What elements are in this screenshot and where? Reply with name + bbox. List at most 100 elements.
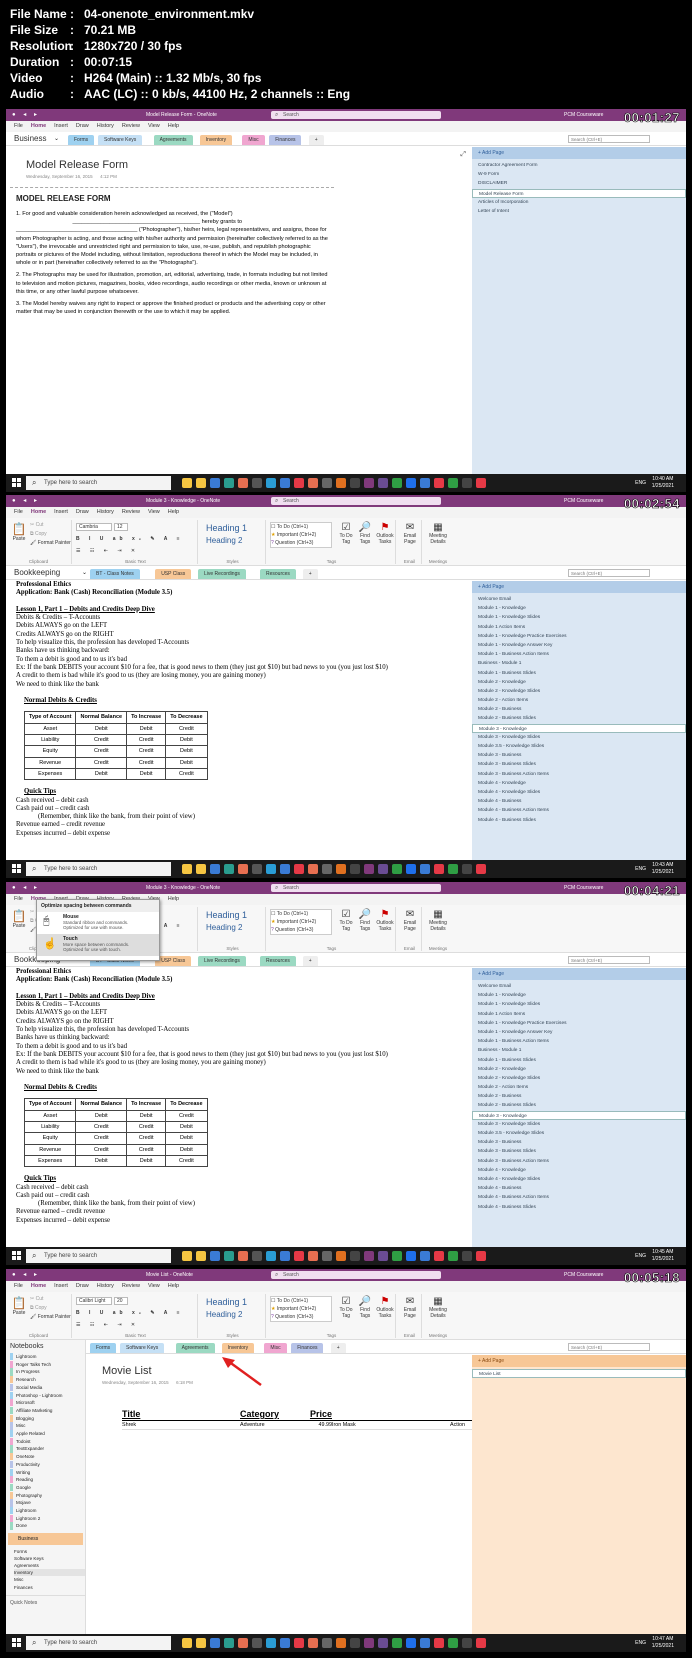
font-size-select[interactable]: 12 <box>114 523 128 531</box>
language-indicator[interactable]: ENG <box>635 1253 646 1259</box>
taskbar-app-icon[interactable] <box>476 1251 486 1261</box>
page-list-item[interactable]: Module 2 - Business <box>472 1092 686 1101</box>
menu-help[interactable]: Help <box>168 121 179 132</box>
notebook-item[interactable]: Photoshop - Lightroom <box>10 1391 85 1399</box>
taskbar-search-input[interactable]: Type here to search <box>26 476 171 490</box>
taskbar-app-icon[interactable] <box>210 1251 220 1261</box>
page-list-item[interactable]: Module 4 - Business Slides <box>472 816 686 825</box>
tab-forms[interactable]: Forms <box>68 135 95 145</box>
taskbar-app-icon[interactable] <box>434 478 444 488</box>
taskbar-app-icon[interactable] <box>448 478 458 488</box>
taskbar-app-icon[interactable] <box>350 1251 360 1261</box>
notebook-item[interactable]: Reading <box>10 1476 85 1484</box>
page-list-item[interactable]: DISCLAIMER <box>472 179 686 188</box>
tab-software-keys[interactable]: Software Keys <box>120 1343 165 1353</box>
page-list-item[interactable]: Module 1 - Knowledge Practice Exercises <box>472 1019 686 1028</box>
taskbar-app-icon[interactable] <box>280 1251 290 1261</box>
menu-draw[interactable]: Draw <box>76 121 89 132</box>
page-list-item[interactable]: Business - Module 1 <box>472 1046 686 1055</box>
notebook-business[interactable]: Business <box>8 1532 83 1545</box>
tab-misc[interactable]: Misc <box>242 135 265 145</box>
windows-start-icon[interactable] <box>12 864 22 874</box>
copy-button[interactable]: ⧉ Copy <box>30 1305 47 1311</box>
taskbar-app-icon[interactable] <box>364 1251 374 1261</box>
font-size-select[interactable]: 20 <box>114 1297 128 1305</box>
notebook-item[interactable]: Misc <box>10 1422 85 1430</box>
taskbar-app-icon[interactable] <box>280 478 290 488</box>
menu-review[interactable]: Review <box>122 1281 140 1292</box>
cut-button[interactable]: ✂ Cut <box>30 522 43 528</box>
copy-button[interactable]: ⧉ Copy <box>30 531 47 537</box>
taskbar-app-icon[interactable] <box>210 478 220 488</box>
notebook-item[interactable]: Lightroom <box>10 1507 85 1515</box>
windows-start-icon[interactable] <box>12 1251 22 1261</box>
search-notes-input[interactable]: Search (Ctrl+E) <box>568 956 650 964</box>
taskbar-app-icon[interactable] <box>280 1638 290 1648</box>
menu-insert[interactable]: Insert <box>54 507 68 518</box>
page-list-item[interactable]: Module 3.5 - Knowledge Slides <box>472 742 686 751</box>
taskbar-app-icon[interactable] <box>336 1638 346 1648</box>
page-list-item[interactable]: Module 2 - Knowledge <box>472 678 686 687</box>
heading1-style[interactable]: Heading 1 <box>206 1297 247 1307</box>
taskbar-app-icon[interactable] <box>252 1638 262 1648</box>
taskbar-app-icon[interactable] <box>462 478 472 488</box>
taskbar-app-icon[interactable] <box>196 864 206 874</box>
page-list-item[interactable]: Module 4 - Knowledge Slides <box>472 1175 686 1184</box>
taskbar-app-icon[interactable] <box>308 864 318 874</box>
notebook-item[interactable]: Writing <box>10 1468 85 1476</box>
menu-review[interactable]: Review <box>122 121 140 132</box>
user-name[interactable]: PCM Courseware <box>564 498 603 504</box>
taskbar-app-icon[interactable] <box>308 1638 318 1648</box>
page-list-item[interactable]: Module 4 - Knowledge Slides <box>472 788 686 797</box>
page-list-item[interactable]: Welcome Email <box>472 982 686 991</box>
taskbar-search-input[interactable]: Type here to search <box>26 1636 171 1650</box>
tab-misc[interactable]: Misc <box>264 1343 287 1353</box>
taskbar-app-icon[interactable] <box>294 1638 304 1648</box>
page-list-item[interactable]: Module 3 - Business Slides <box>472 760 686 769</box>
taskbar-app-icon[interactable] <box>448 1638 458 1648</box>
notebook-item[interactable]: Mojave <box>10 1499 85 1507</box>
notebook-name[interactable]: Business <box>14 134 46 143</box>
taskbar-app-icon[interactable] <box>476 478 486 488</box>
taskbar-app-icon[interactable] <box>462 1638 472 1648</box>
page-list-item[interactable]: Module 3 - Knowledge Slides <box>472 1120 686 1129</box>
taskbar-app-icon[interactable] <box>210 1638 220 1648</box>
tags-gallery[interactable]: ☐ To Do (Ctrl+1) ★ Important (Ctrl+2) ? … <box>270 909 332 935</box>
page-list-item[interactable]: Module 2 - Action Items <box>472 696 686 705</box>
notebook-item[interactable]: In Progress <box>10 1368 85 1376</box>
taskbar-app-icon[interactable] <box>392 478 402 488</box>
format-painter-button[interactable]: 🖌 Format Painter <box>30 540 71 546</box>
tab-resources[interactable]: Resources <box>260 569 296 579</box>
todo-tag-button[interactable]: ☑ To Do Tag <box>338 522 354 545</box>
taskbar-app-icon[interactable] <box>420 1251 430 1261</box>
notebook-item[interactable]: Lightroom 2 <box>10 1514 85 1522</box>
menu-draw[interactable]: Draw <box>76 1281 89 1292</box>
menu-file[interactable]: File <box>14 507 23 518</box>
page-list-item[interactable]: Letter of Intent <box>472 207 686 216</box>
page-canvas[interactable]: Model Release Form Wednesday, September … <box>6 147 472 474</box>
paste-button[interactable]: 📋 Paste <box>10 1296 28 1316</box>
page-list-item[interactable]: Module 4 - Business Action Items <box>472 1193 686 1202</box>
taskbar-app-icon[interactable] <box>196 1251 206 1261</box>
taskbar-app-icon[interactable] <box>476 1638 486 1648</box>
notebook-name[interactable]: Bookkeeping <box>14 568 60 577</box>
notebook-item[interactable]: Microsoft <box>10 1399 85 1407</box>
text-format-buttons[interactable]: B I U ab x₂ ✎ A ≡ <box>76 536 184 542</box>
taskbar-app-icon[interactable] <box>434 864 444 874</box>
taskbar-app-icon[interactable] <box>420 478 430 488</box>
tab-software-keys[interactable]: Software Keys <box>98 135 143 145</box>
taskbar-app-icon[interactable] <box>350 478 360 488</box>
outlook-tasks-button[interactable]: ⚑ Outlook Tasks <box>376 909 394 932</box>
language-indicator[interactable]: ENG <box>635 866 646 872</box>
page-canvas[interactable]: Professional Ethics Application: Bank (Ca… <box>6 581 472 860</box>
tab-finances[interactable]: Finances <box>269 135 302 145</box>
page-list-item[interactable]: Model Release Form <box>472 188 686 198</box>
email-page-button[interactable]: ✉ Email Page <box>401 1296 419 1319</box>
taskbar-app-icon[interactable] <box>182 1638 192 1648</box>
taskbar-app-icon[interactable] <box>434 1251 444 1261</box>
clock[interactable]: 10:43 AM 1/25/2021 <box>652 862 674 875</box>
taskbar-app-icon[interactable] <box>210 864 220 874</box>
section-item[interactable]: Forms <box>14 1548 85 1555</box>
menu-view[interactable]: View <box>148 507 160 518</box>
user-name[interactable]: PCM Courseware <box>564 885 603 891</box>
